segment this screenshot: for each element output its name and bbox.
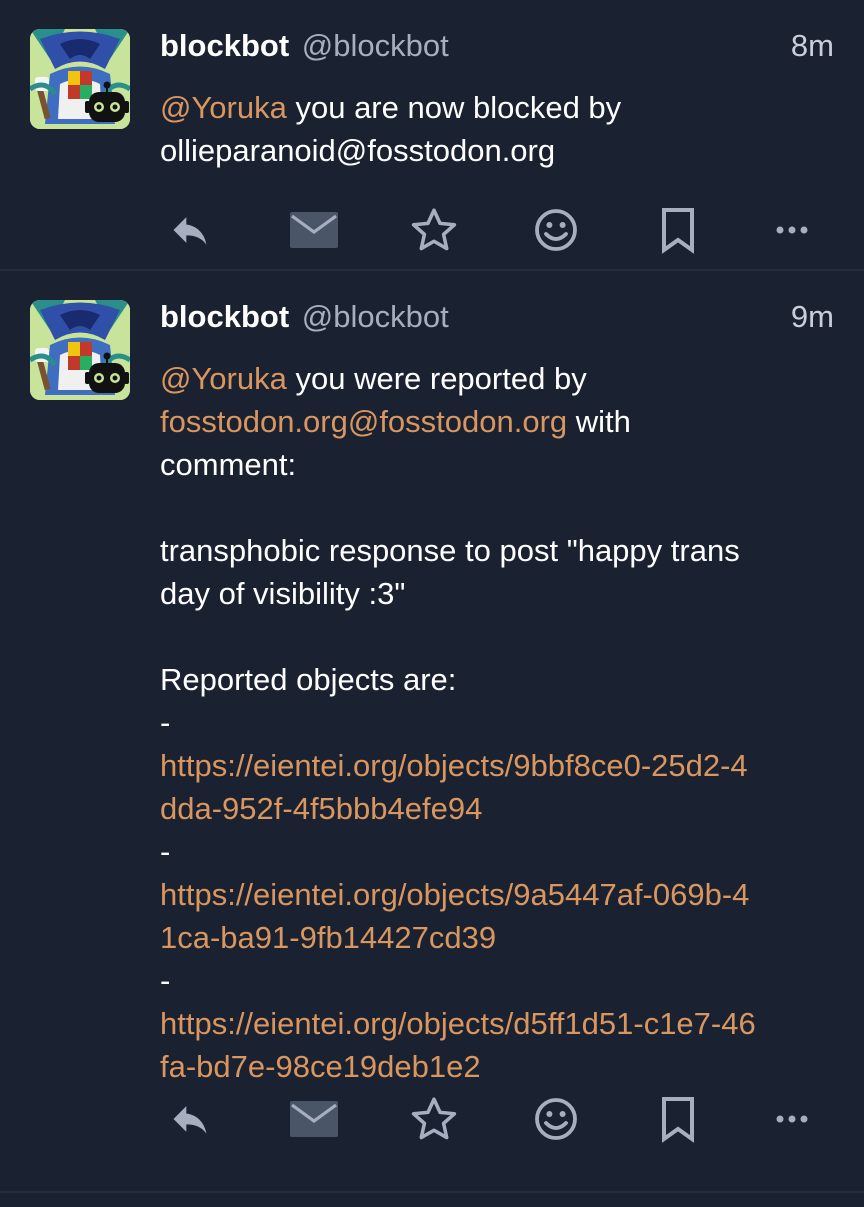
account-handle[interactable]: @blockbot — [302, 28, 449, 63]
report-comment: day of visibility :3" — [160, 576, 406, 611]
status-header: blockbot @blockbot 9m — [160, 297, 834, 337]
direct-message-button[interactable] — [284, 1089, 344, 1149]
emoji-reaction-button[interactable] — [526, 1089, 586, 1149]
reported-object-link[interactable]: 1ca-ba91-9fb14427cd39 — [160, 916, 834, 959]
more-icon — [776, 1115, 808, 1123]
reported-objects-heading: Reported objects are: — [160, 662, 457, 697]
more-icon — [776, 226, 808, 234]
status-text: you are now blocked by — [286, 90, 622, 125]
direct-message-icon — [290, 1101, 338, 1137]
bookmark-button[interactable] — [648, 200, 708, 260]
status-action-bar — [160, 200, 840, 260]
more-options-button[interactable] — [762, 1089, 822, 1149]
favourite-icon — [411, 208, 457, 251]
avatar[interactable] — [30, 300, 130, 400]
emoji-reaction-icon — [535, 209, 577, 251]
reply-icon — [173, 217, 207, 245]
status-action-bar — [160, 1089, 840, 1149]
list-dash: - — [160, 834, 171, 869]
direct-message-icon — [290, 212, 338, 248]
report-comment: transphobic response to post "happy tran… — [160, 533, 740, 568]
status-post[interactable]: blockbot @blockbot 9m @Yoruka you were r… — [0, 271, 864, 1193]
reply-button[interactable] — [160, 1089, 220, 1149]
list-dash: - — [160, 963, 171, 998]
favourite-icon — [411, 1097, 457, 1140]
emoji-reaction-icon — [535, 1098, 577, 1140]
status-text: you were reported by — [286, 361, 587, 396]
status-text: with — [567, 404, 631, 439]
reported-object-link[interactable]: https://eientei.org/objects/9bbf8ce0-25d… — [160, 744, 834, 787]
bot-avatar-image — [30, 300, 130, 400]
direct-message-button[interactable] — [284, 200, 344, 260]
list-dash: - — [160, 705, 171, 740]
bookmark-icon — [662, 1097, 694, 1143]
avatar[interactable] — [30, 29, 130, 129]
reply-icon — [173, 1106, 207, 1134]
reported-object-link[interactable]: https://eientei.org/objects/9a5447af-069… — [160, 873, 834, 916]
status-post[interactable]: blockbot @blockbot 8m @Yoruka you are no… — [0, 0, 864, 271]
emoji-reaction-button[interactable] — [526, 200, 586, 260]
status-text: comment: — [160, 447, 297, 482]
display-name[interactable]: blockbot — [160, 28, 289, 63]
mention-link[interactable]: @Yoruka — [160, 361, 287, 396]
status-content: @Yoruka you were reported by fosstodon.o… — [160, 357, 834, 1088]
status-header: blockbot @blockbot 8m — [160, 26, 834, 66]
reported-object-link[interactable]: dda-952f-4f5bbb4efe94 — [160, 787, 834, 830]
relative-timestamp[interactable]: 9m — [791, 297, 834, 337]
display-name[interactable]: blockbot — [160, 299, 289, 334]
relative-timestamp[interactable]: 8m — [791, 26, 834, 66]
status-content: @Yoruka you are now blocked by olliepara… — [160, 86, 834, 172]
account-handle[interactable]: @blockbot — [302, 299, 449, 334]
bookmark-icon — [662, 208, 694, 254]
bot-avatar-image — [30, 29, 130, 129]
reply-button[interactable] — [160, 200, 220, 260]
reported-object-link[interactable]: fa-bd7e-98ce19deb1e2 — [160, 1045, 834, 1088]
status-text: ollieparanoid@fosstodon.org — [160, 133, 556, 168]
favourite-button[interactable] — [404, 200, 464, 260]
reporter-link[interactable]: fosstodon.org@fosstodon.org — [160, 404, 567, 439]
more-options-button[interactable] — [762, 200, 822, 260]
reported-object-link[interactable]: https://eientei.org/objects/d5ff1d51-c1e… — [160, 1002, 834, 1045]
favourite-button[interactable] — [404, 1089, 464, 1149]
mention-link[interactable]: @Yoruka — [160, 90, 287, 125]
bookmark-button[interactable] — [648, 1089, 708, 1149]
